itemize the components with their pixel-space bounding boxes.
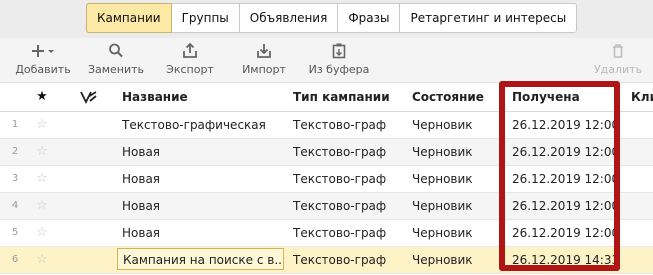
- table-header: ★ Название Тип кампании Состояние Получе…: [0, 83, 653, 112]
- campaign-name[interactable]: Новая: [122, 193, 284, 219]
- download-icon: [238, 42, 290, 62]
- clipboard-icon: [306, 42, 372, 62]
- row-number: 1: [11, 119, 19, 130]
- row-number: 6: [11, 254, 19, 265]
- star-icon[interactable]: ☆: [33, 193, 51, 219]
- replace-label: Заменить: [87, 63, 145, 76]
- star-icon[interactable]: ☆: [33, 166, 51, 192]
- row-number: 2: [11, 146, 19, 157]
- campaign-type: Текстово-граф: [293, 199, 387, 213]
- from-clipboard-label: Из буфера: [308, 63, 370, 76]
- row-number: 5: [11, 227, 19, 238]
- table-row[interactable]: 2 ☆ Новая Текстово-граф Черновик 26.12.2…: [0, 139, 653, 166]
- campaign-state: Черновик: [412, 199, 473, 213]
- search-icon: [86, 42, 146, 62]
- flag-icon[interactable]: [76, 83, 102, 111]
- received-column-header[interactable]: Получена: [512, 83, 616, 111]
- delete-button[interactable]: Удалить: [590, 40, 646, 78]
- tab-groups[interactable]: Группы: [170, 3, 240, 33]
- campaign-name-editor[interactable]: Кампания на поиске с в...: [117, 248, 284, 270]
- name-column-header[interactable]: Название: [122, 83, 284, 111]
- star-icon[interactable]: ☆: [33, 112, 51, 138]
- table-row[interactable]: 5 ☆ Новая Текстово-граф Черновик 26.12.2…: [0, 220, 653, 247]
- upload-icon: [162, 42, 218, 62]
- tab-bar: Кампании Группы Объявления Фразы Ретарге…: [86, 3, 578, 33]
- tab-phrases[interactable]: Фразы: [337, 3, 401, 33]
- type-column-header[interactable]: Тип кампании: [293, 83, 395, 111]
- export-button[interactable]: Экспорт: [162, 40, 218, 78]
- toolbar: Добавить Заменить Экспорт Импорт Из буфе…: [0, 38, 653, 83]
- campaign-type: Текстово-граф: [293, 145, 387, 159]
- state-column-header[interactable]: Состояние: [412, 83, 500, 111]
- add-label: Добавить: [15, 63, 71, 76]
- table-row[interactable]: 3 ☆ Новая Текстово-граф Черновик 26.12.2…: [0, 166, 653, 193]
- import-button[interactable]: Импорт: [238, 40, 290, 78]
- campaign-name[interactable]: Текстово-графическая: [122, 112, 284, 138]
- star-icon[interactable]: ☆: [33, 247, 51, 273]
- row-number: 3: [11, 173, 19, 184]
- tab-retargeting[interactable]: Ретаргетинг и интересы: [399, 3, 578, 33]
- received-date: 26.12.2019 12:00: [512, 199, 616, 213]
- campaign-name[interactable]: Новая: [122, 166, 284, 192]
- star-icon[interactable]: ☆: [33, 220, 51, 246]
- received-date: 26.12.2019 12:00: [512, 145, 616, 159]
- campaign-state: Черновик: [412, 145, 473, 159]
- import-label: Импорт: [242, 63, 286, 76]
- star-icon[interactable]: ☆: [33, 139, 51, 165]
- received-date: 26.12.2019 12:00: [512, 118, 616, 132]
- received-date: 26.12.2019 12:00: [512, 172, 616, 186]
- plus-icon: [14, 42, 72, 62]
- table-row[interactable]: 4 ☆ Новая Текстово-граф Черновик 26.12.2…: [0, 193, 653, 220]
- table-row[interactable]: 1 ☆ Текстово-графическая Текстово-граф Ч…: [0, 112, 653, 139]
- table-row-selected[interactable]: 6 ☆ Кампания на поиске с в... Текстово-г…: [0, 247, 653, 274]
- campaign-state: Черновик: [412, 253, 473, 267]
- campaign-type: Текстово-граф: [293, 118, 387, 132]
- star-column-header[interactable]: ★: [33, 83, 51, 111]
- campaign-type: Текстово-граф: [293, 172, 387, 186]
- trash-icon: [590, 42, 646, 62]
- campaign-state: Черновик: [412, 118, 473, 132]
- campaign-name[interactable]: Новая: [122, 139, 284, 165]
- export-label: Экспорт: [166, 63, 214, 76]
- delete-label: Удалить: [593, 63, 643, 76]
- received-date: 26.12.2019 14:33: [512, 253, 616, 267]
- add-button[interactable]: Добавить: [14, 40, 72, 78]
- received-date: 26.12.2019 12:00: [512, 226, 616, 240]
- from-clipboard-button[interactable]: Из буфера: [306, 40, 372, 78]
- tab-ads[interactable]: Объявления: [238, 3, 339, 33]
- campaigns-table: ★ Название Тип кампании Состояние Получе…: [0, 83, 653, 274]
- campaign-type: Текстово-граф: [293, 226, 387, 240]
- row-number: 4: [11, 200, 19, 211]
- campaign-type: Текстово-граф: [293, 253, 387, 267]
- tab-campaigns[interactable]: Кампании: [86, 3, 172, 33]
- campaign-name[interactable]: Новая: [122, 220, 284, 246]
- replace-button[interactable]: Заменить: [86, 40, 146, 78]
- clicks-column-header[interactable]: Кли: [631, 83, 653, 111]
- campaign-state: Черновик: [412, 172, 473, 186]
- campaign-state: Черновик: [412, 226, 473, 240]
